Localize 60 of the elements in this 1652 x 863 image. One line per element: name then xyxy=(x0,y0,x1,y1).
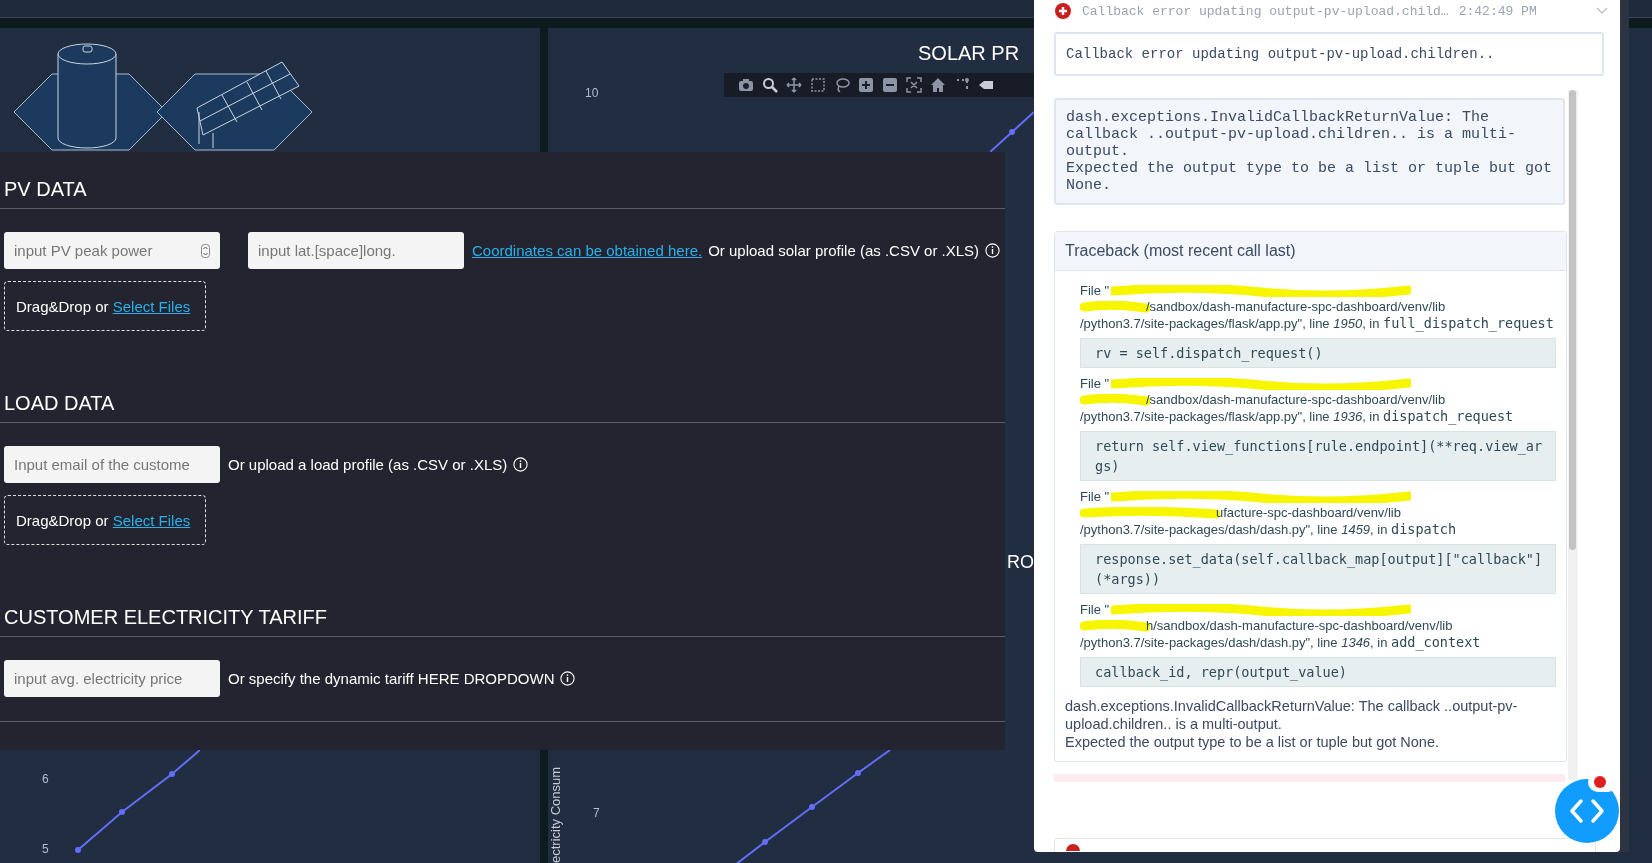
file-location: /python3.7/site-packages/flask/app.py", line 1936, in xyxy=(1080,409,1380,424)
home-icon[interactable] xyxy=(930,77,946,93)
axis-tick-label: 7 xyxy=(593,806,600,820)
axis-tick-label: 5 xyxy=(42,842,49,856)
upload-hint: Or upload solar profile (as .CSV or .XLS) xyxy=(708,242,980,259)
spinner-icon[interactable] xyxy=(201,244,210,258)
input-field[interactable]: Input email of the custome xyxy=(4,446,220,483)
function-name: dispatch_request xyxy=(1383,408,1514,424)
error-message: dash.exceptions.InvalidCallbackReturnValue: The callback ..output-pv-upload.children.. is a multi-output. Expected the output type to be a list or tuple but got None. xyxy=(1065,697,1519,751)
file-label: File " xyxy=(1080,489,1110,505)
chart-title: RO xyxy=(1007,552,1034,573)
file-location: /python3.7/site-packages/flask/app.py", line 1950, in xyxy=(1080,316,1380,331)
axis-title: ectricity Consum xyxy=(548,768,564,863)
error-icon xyxy=(1594,776,1606,788)
lasso-icon[interactable] xyxy=(834,77,850,93)
file-drop-zone[interactable]: Drag&Drop or Select Files xyxy=(4,281,206,331)
function-name: add_context xyxy=(1391,634,1481,650)
file-label: File " xyxy=(1080,602,1110,618)
section-heading: LOAD DATA xyxy=(4,391,116,416)
zoom-icon[interactable] xyxy=(762,77,778,93)
scrollbar[interactable] xyxy=(1620,0,1629,852)
line-plot-drawing xyxy=(990,111,1034,152)
number-input-field[interactable]: input PV peak power xyxy=(4,232,220,269)
coordinates-link[interactable]: Coordinates can be obtained here. xyxy=(472,242,703,259)
axis-tick-label: 6 xyxy=(42,772,49,786)
file-location: /python3.7/site-packages/dash/dash.py", line 1459, in xyxy=(1080,522,1388,537)
function-name: dispatch xyxy=(1391,521,1457,537)
pan-icon[interactable] xyxy=(786,77,802,93)
upload-hint: Or upload a load profile (as .CSV or .XLS) xyxy=(228,456,508,473)
section-heading: CUSTOMER ELECTRICITY TARIFF xyxy=(4,605,328,630)
error-title: Callback error updating output-pv-upload.children.. xyxy=(1054,32,1604,76)
file-label: File " xyxy=(1080,376,1110,392)
file-path: ufacture-spc-dashboard/venv/lib xyxy=(1216,505,1401,521)
zoom-out-icon[interactable] xyxy=(882,77,898,93)
function-name: full_dispatch_request xyxy=(1383,315,1554,331)
scrollbar[interactable] xyxy=(1568,90,1578,780)
chart-title: SOLAR PR xyxy=(918,42,1020,65)
box-select-icon[interactable] xyxy=(810,77,826,93)
axis-tick-label: 10 xyxy=(585,86,599,100)
select-files-link[interactable]: Select Files xyxy=(112,297,191,315)
info-icon[interactable] xyxy=(985,243,1001,258)
traceback-heading: Traceback (most recent call last) xyxy=(1055,232,1566,271)
select-files-link[interactable]: Select Files xyxy=(112,511,191,529)
upload-hint: Or specify the dynamic tariff HERE DROPDOWN xyxy=(228,670,555,687)
error-icon xyxy=(1065,843,1081,851)
autoscale-icon[interactable] xyxy=(906,77,922,93)
section-heading: PV DATA xyxy=(4,177,88,202)
file-drop-zone[interactable]: Drag&Drop or Select Files xyxy=(4,495,206,545)
error-message: dash.exceptions.InvalidCallbackReturnValue: The callback ..output-pv-upload.children.. is a multi-output. Expected the output type to be a list or tuple but got None. xyxy=(1054,98,1565,205)
info-icon[interactable] xyxy=(513,457,529,472)
file-path: h/sandbox/dash-manufacture-spc-dashboard/venv/lib xyxy=(1146,618,1453,634)
info-icon[interactable] xyxy=(560,671,576,686)
zoom-in-icon[interactable] xyxy=(858,77,874,93)
input-field[interactable]: input avg. electricity price xyxy=(4,660,220,697)
camera-icon[interactable] xyxy=(738,77,754,93)
error-time: 2:42:49 PM xyxy=(1458,3,1537,19)
file-label: File " xyxy=(1080,283,1110,299)
file-location: /python3.7/site-packages/dash/dash.py", line 1346, in xyxy=(1080,635,1388,650)
input-field[interactable]: input lat.[space]long. xyxy=(248,232,464,269)
code-icon xyxy=(1569,798,1605,824)
